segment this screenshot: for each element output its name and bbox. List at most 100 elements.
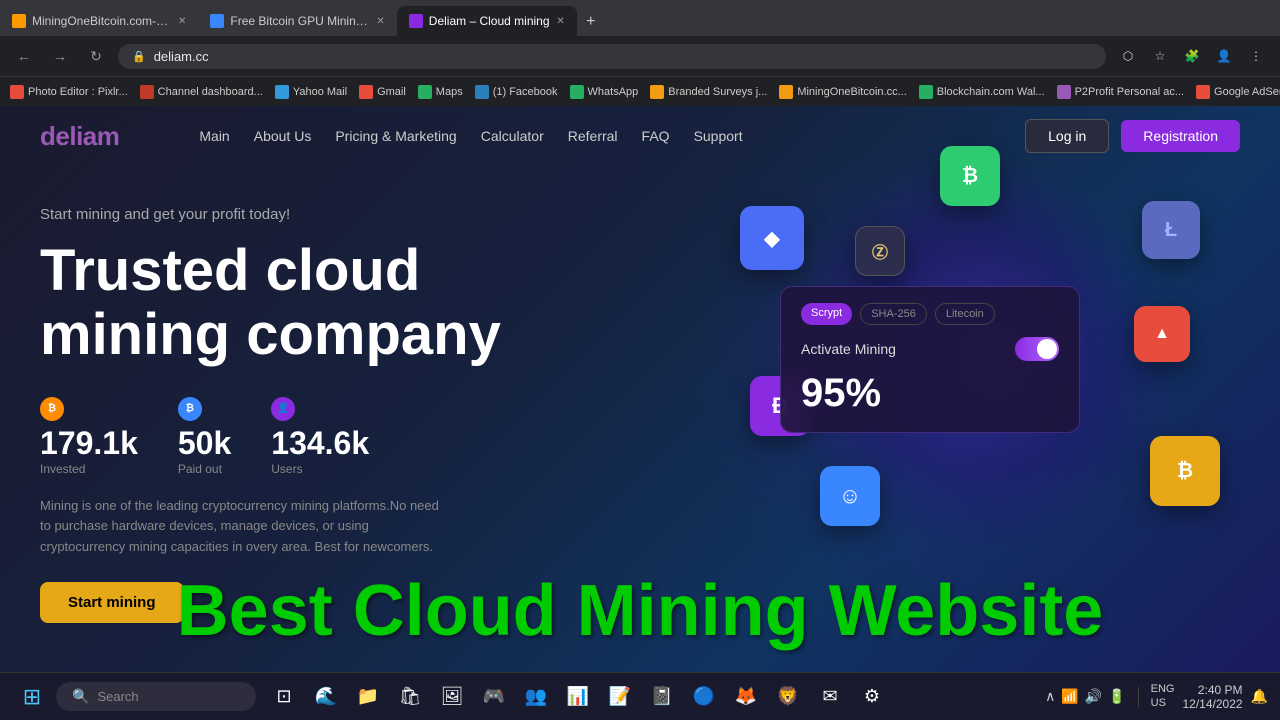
mining-tab-scrypt[interactable]: Scrypt — [801, 303, 852, 325]
taskbar-app-xbox[interactable]: 🎮 — [474, 677, 514, 717]
crypto-ltc-icon: Ł — [1142, 201, 1200, 259]
clock-time: 2:40 PM — [1183, 683, 1243, 697]
login-button[interactable]: Log in — [1025, 119, 1109, 153]
tab-2[interactable]: Free Bitcoin GPU Mining, Cloud... ✕ — [198, 6, 396, 36]
cast-button[interactable]: ⬡ — [1114, 42, 1142, 70]
taskbar-app-word[interactable]: 📝 — [600, 677, 640, 717]
browser-chrome: MiningOneBitcoin.com-Mining... ✕ Free Bi… — [0, 0, 1280, 106]
bookmark-2[interactable]: Channel dashboard... — [140, 85, 263, 99]
bookmark-1[interactable]: Photo Editor : Pixlr... — [10, 85, 128, 99]
website-content: deliam Main About Us Pricing & Marketing… — [0, 106, 1280, 672]
bookmark-icon-5 — [418, 85, 432, 99]
taskbar-app-teams[interactable]: 👥 — [516, 677, 556, 717]
overlay-text: Best Cloud Mining Website — [0, 570, 1280, 652]
bookmark-6[interactable]: (1) Facebook — [475, 85, 558, 99]
taskbar-right: ∧ 📶 🔊 🔋 ENG US 2:40 PM 12/14/2022 🔔 — [1045, 683, 1268, 711]
taskbar-app-chrome[interactable]: 🔵 — [684, 677, 724, 717]
sound-icon[interactable]: 🔊 — [1085, 688, 1102, 705]
notification-icon[interactable]: 🔔 — [1251, 688, 1268, 705]
taskbar-app-edge[interactable]: 🌊 — [306, 677, 346, 717]
bookmark-4[interactable]: Gmail — [359, 85, 406, 99]
tab-3[interactable]: Deliam – Cloud mining ✕ — [397, 6, 577, 36]
hero-description: Mining is one of the leading cryptocurre… — [40, 496, 440, 558]
bookmark-7[interactable]: WhatsApp — [570, 85, 639, 99]
tray-up-icon[interactable]: ∧ — [1045, 688, 1055, 705]
stat-value-users: 134.6k — [271, 425, 369, 462]
taskbar-apps: ⊡ 🌊 📁 🛍 🖼 🎮 👥 📊 📝 📓 🔵 🦊 🦁 ✉ ⚙ — [264, 677, 892, 717]
bookmark-5[interactable]: Maps — [418, 85, 463, 99]
back-button[interactable]: ← — [10, 42, 38, 70]
search-icon: 🔍 — [72, 688, 89, 705]
browser-actions: ⬡ ☆ 🧩 👤 ⋮ — [1114, 42, 1270, 70]
taskbar-app-store[interactable]: 🛍 — [390, 677, 430, 717]
stat-users: 👤 134.6k Users — [271, 397, 369, 476]
new-tab-button[interactable]: + — [577, 8, 605, 36]
nav-support[interactable]: Support — [694, 128, 743, 144]
battery-icon[interactable]: 🔋 — [1108, 688, 1125, 705]
tab-close-2[interactable]: ✕ — [376, 16, 384, 27]
nav-faq[interactable]: FAQ — [642, 128, 670, 144]
bookmark-label-2: Channel dashboard... — [158, 86, 263, 98]
bookmark-11[interactable]: P2Profit Personal ac... — [1057, 85, 1184, 99]
profile-button[interactable]: 👤 — [1210, 42, 1238, 70]
taskbar-app-mail[interactable]: ✉ — [810, 677, 850, 717]
tab-close-3[interactable]: ✕ — [556, 16, 564, 27]
taskbar-app-files[interactable]: 📁 — [348, 677, 388, 717]
bookmark-label-11: P2Profit Personal ac... — [1075, 86, 1184, 98]
extensions-button[interactable]: 🧩 — [1178, 42, 1206, 70]
site-logo[interactable]: deliam — [40, 121, 119, 152]
taskbar-app-onenote[interactable]: 📓 — [642, 677, 682, 717]
tab-1[interactable]: MiningOneBitcoin.com-Mining... ✕ — [0, 6, 198, 36]
bookmark-8[interactable]: Branded Surveys j... — [650, 85, 767, 99]
bookmark-9[interactable]: MiningOneBitcoin.cc... — [779, 85, 906, 99]
language-clock: ENG US 2:40 PM 12/14/2022 — [1151, 683, 1243, 711]
stat-label-paidout: Paid out — [178, 462, 231, 476]
tab-favicon-1 — [12, 14, 26, 28]
taskbar-app-firefox[interactable]: 🦊 — [726, 677, 766, 717]
crypto-eth-icon: ◆ — [740, 206, 804, 270]
nav-referral[interactable]: Referral — [568, 128, 618, 144]
network-icon[interactable]: 📶 — [1061, 688, 1078, 705]
system-clock[interactable]: 2:40 PM 12/14/2022 — [1183, 683, 1243, 711]
bookmark-icon-3 — [275, 85, 289, 99]
language-indicator[interactable]: ENG US — [1151, 683, 1175, 709]
search-text: Search — [97, 689, 138, 704]
taskbar-app-taskview[interactable]: ⊡ — [264, 677, 304, 717]
taskbar-app-extra[interactable]: ⚙ — [852, 677, 892, 717]
taskbar-app-brave[interactable]: 🦁 — [768, 677, 808, 717]
forward-button[interactable]: → — [46, 42, 74, 70]
taskbar-app-photos[interactable]: 🖼 — [432, 677, 472, 717]
bookmark-icon-7 — [570, 85, 584, 99]
bookmark-3[interactable]: Yahoo Mail — [275, 85, 347, 99]
menu-button[interactable]: ⋮ — [1242, 42, 1270, 70]
nav-calculator[interactable]: Calculator — [481, 128, 544, 144]
nav-main[interactable]: Main — [199, 128, 229, 144]
mining-toggle[interactable] — [1015, 337, 1059, 361]
nav-pricing[interactable]: Pricing & Marketing — [335, 128, 456, 144]
bookmark-12[interactable]: Google AdSense — [1196, 85, 1280, 99]
mining-tab-litecoin[interactable]: Litecoin — [935, 303, 995, 325]
bookmark-icon-1 — [10, 85, 24, 99]
taskbar-app-excel[interactable]: 📊 — [558, 677, 598, 717]
mining-tab-sha[interactable]: SHA-256 — [860, 303, 927, 325]
stat-icon-users: 👤 — [271, 397, 295, 421]
bookmark-10[interactable]: Blockchain.com Wal... — [919, 85, 1045, 99]
bookmark-button[interactable]: ☆ — [1146, 42, 1174, 70]
bookmark-icon-6 — [475, 85, 489, 99]
nav-about[interactable]: About Us — [254, 128, 312, 144]
reload-button[interactable]: ↻ — [82, 42, 110, 70]
tab-title-3: Deliam – Cloud mining — [429, 14, 550, 28]
register-button[interactable]: Registration — [1121, 120, 1240, 152]
stat-label-users: Users — [271, 462, 369, 476]
taskbar-search[interactable]: 🔍 Search — [56, 682, 256, 711]
tab-close-1[interactable]: ✕ — [178, 16, 186, 27]
hero-section: Start mining and get your profit today! … — [0, 166, 1280, 623]
tab-title-1: MiningOneBitcoin.com-Mining... — [32, 14, 172, 28]
tray-divider — [1138, 687, 1139, 707]
bookmark-label-3: Yahoo Mail — [293, 86, 347, 98]
crypto-zec-icon: Ⓩ — [855, 226, 905, 276]
url-bar[interactable]: 🔒 deliam.cc — [118, 44, 1106, 69]
start-button[interactable]: ⊞ — [12, 677, 52, 717]
lock-icon: 🔒 — [132, 50, 146, 63]
bookmark-label-6: (1) Facebook — [493, 86, 558, 98]
